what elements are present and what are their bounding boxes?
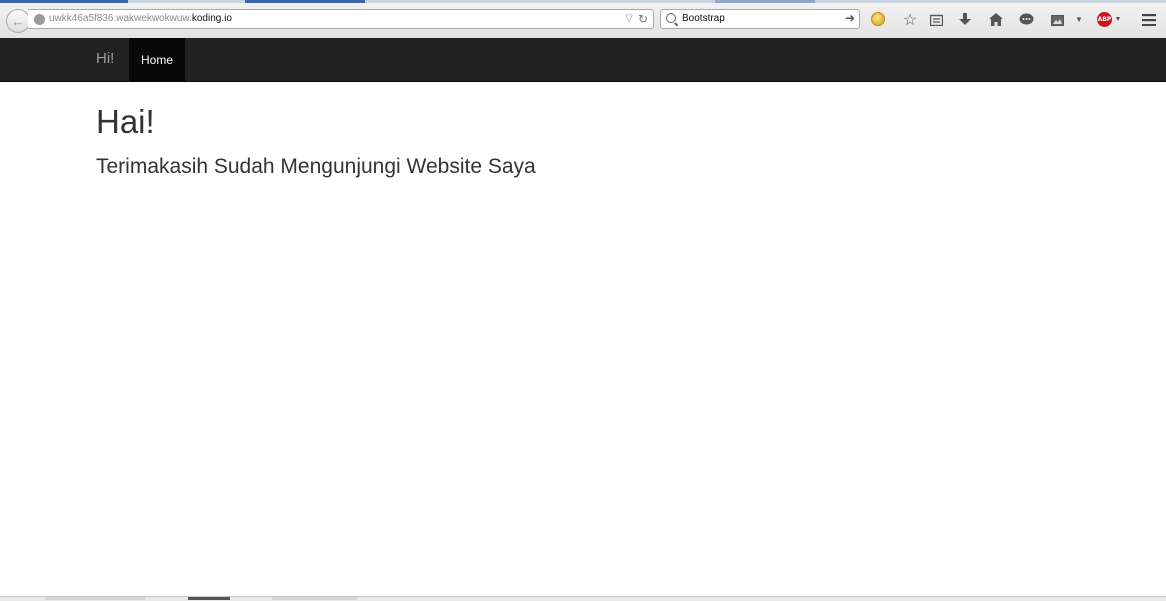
site-navbar: Hi! Home: [0, 38, 1166, 82]
url-bar[interactable]: uwkk46a5f836.wakwekwokwuw.koding.io ▽ ↻: [28, 9, 654, 29]
search-input[interactable]: Bootstrap: [682, 13, 725, 24]
lead-text: Terimakasih Sudah Mengunjungi Website Sa…: [96, 155, 536, 178]
extension-smiley-icon[interactable]: [871, 12, 885, 26]
url-text: uwkk46a5f836.wakwekwokwuw.koding.io: [49, 13, 232, 24]
menu-dropdown-icon[interactable]: ▼: [1073, 11, 1085, 28]
page-heading: Hai!: [96, 103, 155, 140]
browser-toolbar: ← uwkk46a5f836.wakwekwokwuw.koding.io ▽ …: [0, 0, 1166, 39]
search-bar[interactable]: Bootstrap ➜: [660, 9, 860, 29]
url-host-muted: uwkk46a5f836.wakwekwokwuw.: [49, 13, 192, 24]
reload-icon[interactable]: ↻: [638, 12, 648, 26]
star-icon[interactable]: ☆: [901, 11, 919, 29]
back-button[interactable]: ←: [6, 9, 30, 33]
url-host-domain: koding.io: [191, 13, 232, 24]
nav-item-home[interactable]: Home: [129, 38, 185, 81]
home-icon[interactable]: [987, 11, 1004, 28]
back-arrow-icon: ←: [11, 13, 25, 29]
adblock-icon[interactable]: ABP: [1097, 12, 1112, 27]
go-arrow-icon[interactable]: ➜: [845, 11, 855, 25]
nav-item-home-label: Home: [140, 52, 173, 67]
navbar-brand[interactable]: Hi!: [96, 50, 114, 67]
reading-list-icon[interactable]: [928, 11, 944, 28]
screenshot-icon[interactable]: [1049, 11, 1065, 28]
hamburger-menu-icon[interactable]: [1140, 11, 1158, 28]
adblock-label: ABP: [1097, 16, 1112, 23]
dropdown-icon[interactable]: ▽: [625, 13, 633, 24]
status-strip: [0, 596, 1166, 601]
globe-icon: [34, 14, 45, 25]
search-icon: [666, 13, 676, 23]
download-icon[interactable]: [957, 11, 973, 28]
adblock-dropdown-icon[interactable]: ▼: [1114, 11, 1122, 28]
chat-icon[interactable]: [1018, 11, 1035, 28]
tab-strip: [0, 0, 1166, 3]
